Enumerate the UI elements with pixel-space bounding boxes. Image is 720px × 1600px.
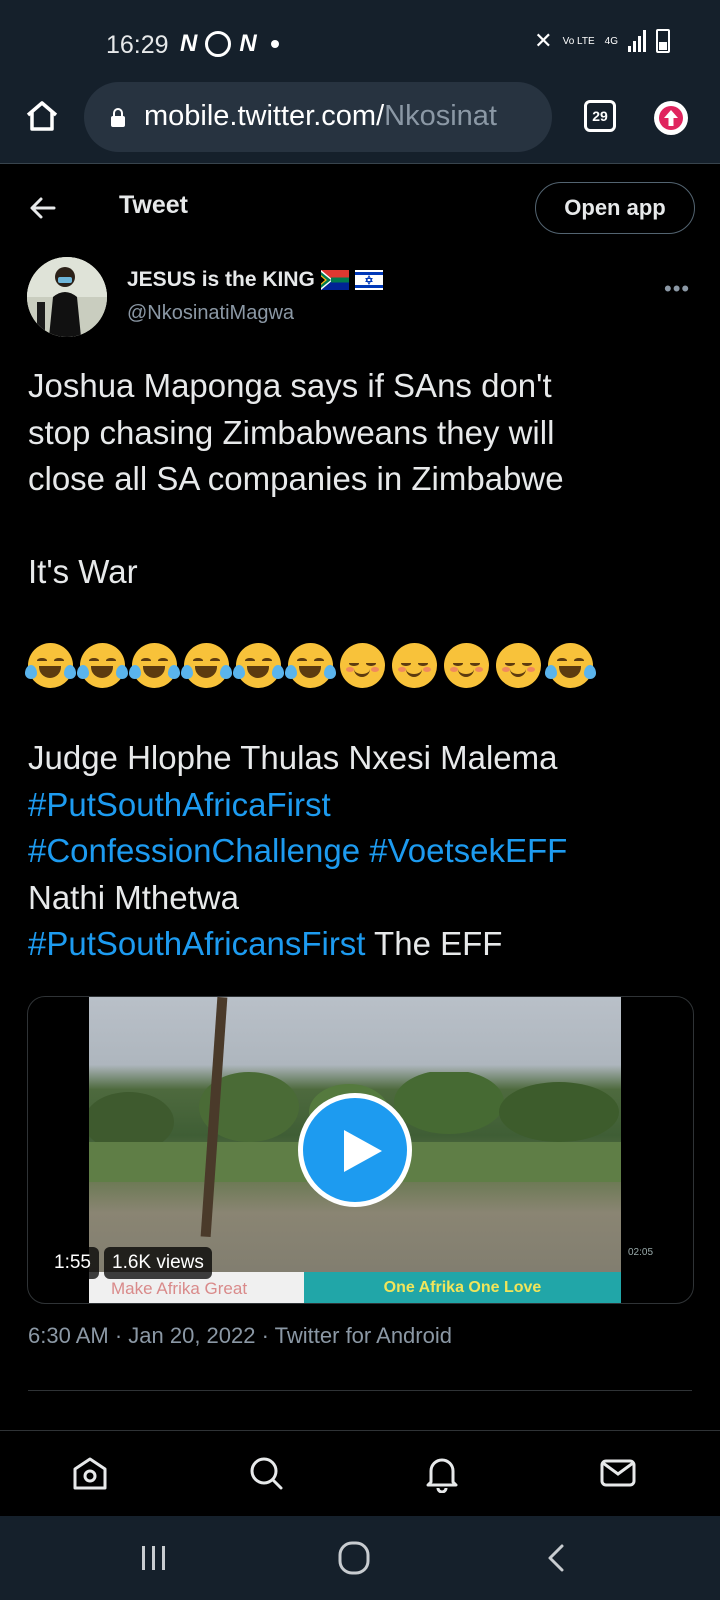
signal-icon: [628, 30, 646, 52]
tweet-line: close all SA companies in Zimbabwe: [28, 460, 564, 497]
url-path: Nkosinat: [384, 100, 497, 132]
notification-n-icon: N: [180, 30, 198, 57]
play-button[interactable]: [298, 1093, 412, 1207]
tweet-line: It's War: [28, 553, 138, 590]
hashtag-link[interactable]: #PutSouthAfricansFirst: [28, 925, 365, 962]
play-icon: [344, 1130, 382, 1172]
tweet-line: Nathi Mthetwa: [28, 878, 239, 916]
video-banner-right: One Afrika One Love: [304, 1272, 621, 1303]
status-bar: 16:29 N N ✕ Vo LTE 4G: [0, 0, 720, 78]
author-name[interactable]: JESUS is the KING: [127, 268, 383, 292]
emoji-row: [25, 642, 698, 689]
crying-laughing-emoji-icon: [181, 642, 232, 688]
crying-laughing-emoji-icon: [129, 642, 180, 688]
tweet-line: Joshua Maponga says if SAns don't: [28, 367, 552, 404]
url-domain: mobile.twitter.com/: [144, 100, 385, 132]
author-handle[interactable]: @NkosinatiMagwa: [127, 302, 294, 325]
notification-icons: N N: [180, 30, 279, 58]
tweet-line: stop chasing Zimbabweans they will: [28, 413, 555, 451]
more-notifications-dot-icon: [270, 40, 279, 48]
avatar-person-icon: [27, 257, 107, 337]
crying-laughing-emoji-icon: [233, 642, 284, 688]
tweet-header: Tweet Open app: [0, 165, 720, 251]
tweet-line: Judge Hlophe Thulas Nxesi Malema: [28, 739, 558, 776]
tweet-date: Jan 20, 2022: [128, 1323, 256, 1348]
author-display-name: JESUS is the KING: [127, 268, 315, 291]
relieved-emoji-icon: [340, 642, 385, 688]
divider: [28, 1390, 692, 1391]
more-options-icon[interactable]: •••: [664, 276, 690, 302]
video-player[interactable]: Make Afrika Great One Afrika One Love 1:…: [27, 996, 694, 1304]
crying-laughing-emoji-icon: [25, 642, 76, 688]
notifications-icon[interactable]: [422, 1453, 462, 1493]
hashtag-link[interactable]: #PutSouthAfricaFirst: [28, 786, 331, 823]
battery-icon: [656, 29, 670, 53]
open-app-button[interactable]: Open app: [535, 182, 695, 234]
search-icon[interactable]: [246, 1453, 286, 1493]
relieved-emoji-icon: [496, 642, 541, 688]
recent-apps-icon[interactable]: [134, 1540, 174, 1576]
lock-icon: [111, 108, 125, 127]
south-africa-flag-icon: [320, 270, 349, 290]
banner-right-text: One Afrika One Love: [383, 1279, 542, 1296]
bottom-navigation: [0, 1430, 720, 1516]
home-icon[interactable]: [70, 1453, 110, 1493]
avatar[interactable]: [27, 257, 107, 337]
tweet-text: Joshua Maponga says if SAns don't stop c…: [25, 363, 698, 968]
tweet-source[interactable]: Twitter for Android: [275, 1323, 452, 1348]
video-corner-time: 02:05: [628, 1247, 654, 1258]
arrow-up-icon: [664, 110, 678, 126]
volte-label: Vo LTE: [562, 35, 595, 47]
relieved-emoji-icon: [392, 642, 437, 688]
tweet-meta: 6:30 AM · Jan 20, 2022 · Twitter for And…: [28, 1323, 452, 1348]
browser-toolbar: mobile.twitter.com/Nkosinat 29: [0, 78, 720, 164]
page-title: Tweet: [119, 191, 188, 219]
tweet-line-tail: The EFF: [365, 925, 503, 962]
status-time: 16:29: [106, 31, 169, 59]
tab-switcher-button[interactable]: 29: [584, 100, 616, 132]
banner-left-text: Make Afrika Great: [111, 1279, 248, 1298]
url-text: mobile.twitter.com/Nkosinat: [144, 100, 497, 133]
hashtag-link[interactable]: #VoetsekEFF: [369, 832, 567, 869]
back-chevron-icon[interactable]: [538, 1540, 578, 1576]
hashtag-link[interactable]: #ConfessionChallenge: [28, 832, 360, 869]
home-circle-icon[interactable]: [334, 1540, 374, 1576]
address-bar[interactable]: mobile.twitter.com/Nkosinat: [84, 82, 552, 152]
network-type-label: 4G: [604, 35, 618, 47]
crying-laughing-emoji-icon: [545, 642, 596, 688]
video-duration: 1:55: [46, 1247, 99, 1279]
crying-laughing-emoji-icon: [285, 642, 336, 688]
video-views: 1.6K views: [104, 1247, 212, 1279]
system-icons: ✕ Vo LTE 4G: [534, 28, 670, 54]
relieved-emoji-icon: [444, 642, 489, 688]
notification-n-icon-2: N: [239, 30, 257, 57]
browser-update-button[interactable]: [654, 101, 688, 135]
crying-laughing-emoji-icon: [77, 642, 128, 688]
system-navigation-bar: [0, 1516, 720, 1600]
messages-icon[interactable]: [598, 1453, 638, 1493]
browser-home-icon[interactable]: [24, 98, 60, 134]
back-arrow-icon[interactable]: [28, 193, 58, 223]
whatsapp-icon: [205, 31, 232, 57]
mute-icon: ✕: [534, 28, 553, 53]
israel-flag-icon: [354, 270, 383, 290]
tweet-time: 6:30 AM: [28, 1323, 109, 1348]
